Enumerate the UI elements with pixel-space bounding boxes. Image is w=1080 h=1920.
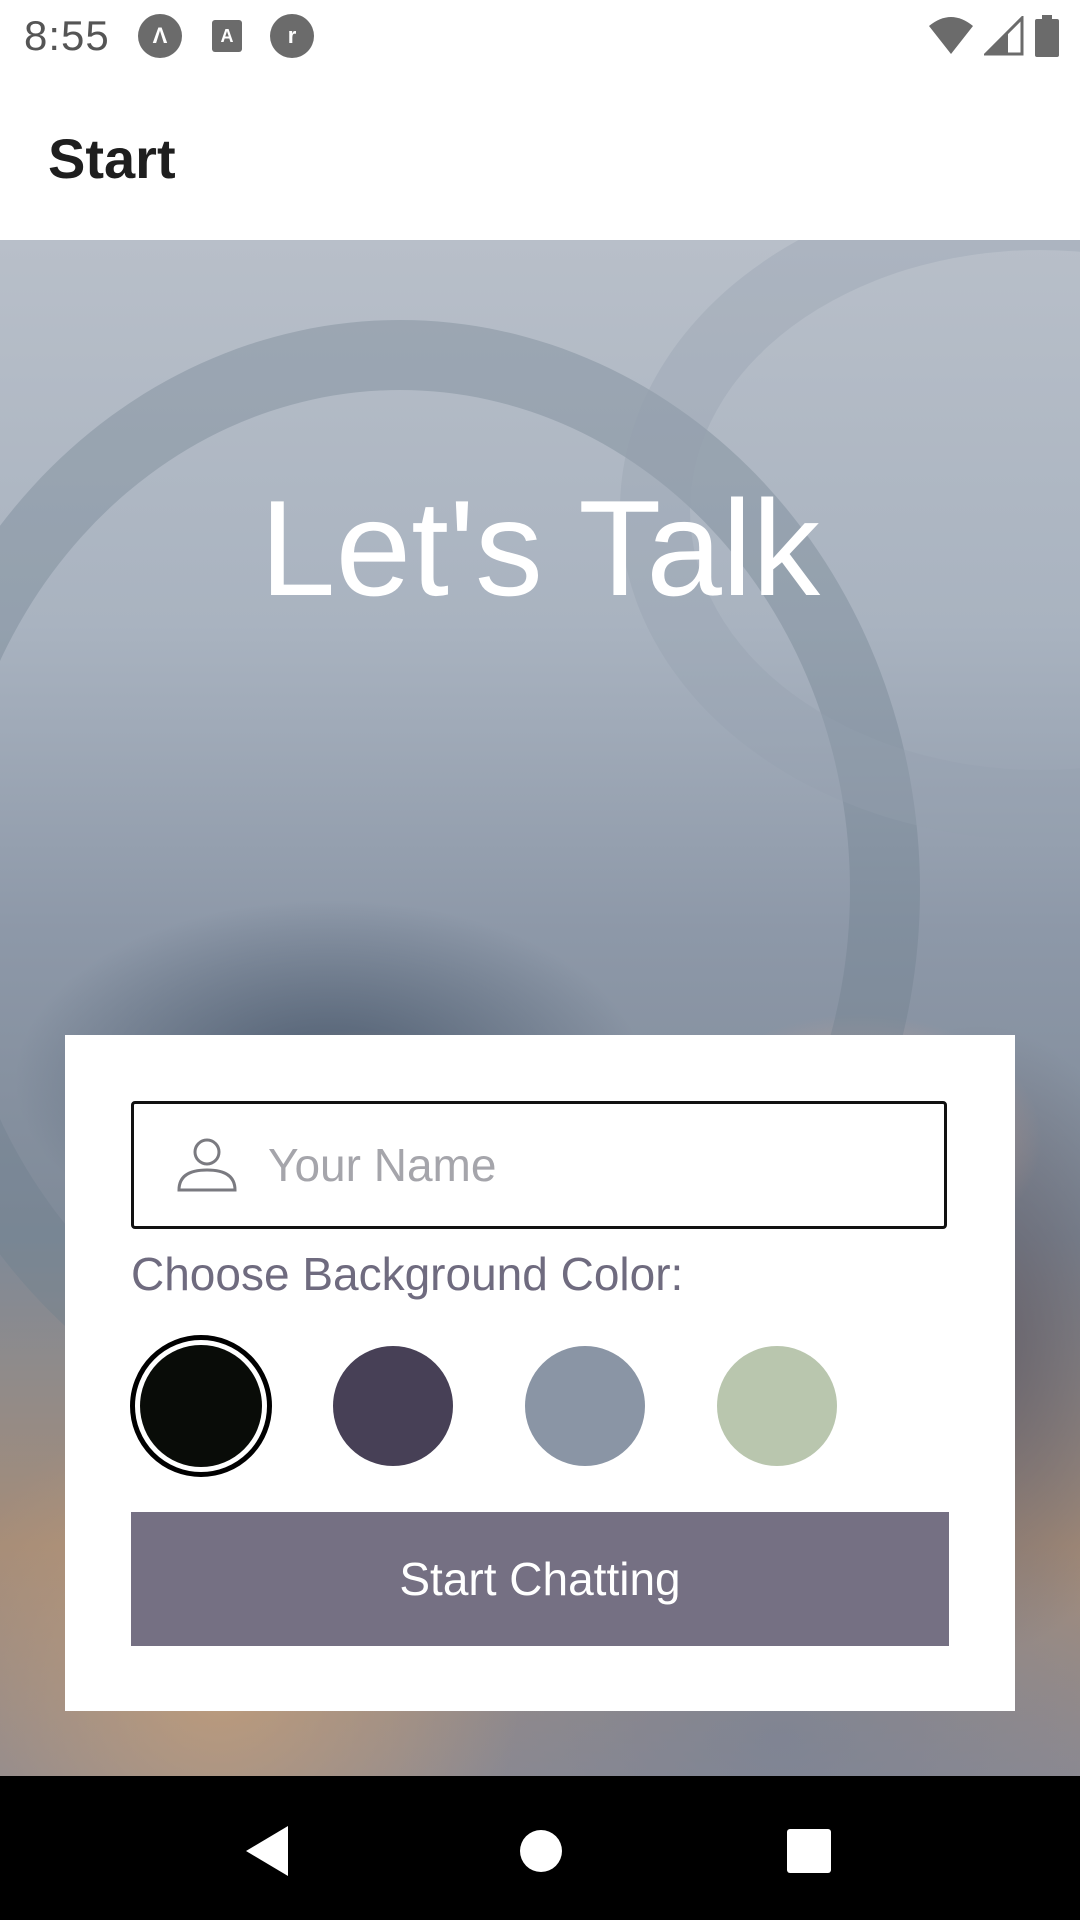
app-screen: 8:55 Λ A r Start Let's Talk Your Name Ch… (0, 0, 1080, 1920)
home-button[interactable] (496, 1806, 586, 1896)
person-icon (177, 1138, 237, 1192)
battery-icon (1035, 15, 1059, 57)
app-bar: Start (0, 76, 1080, 240)
start-chatting-button[interactable]: Start Chatting (131, 1512, 949, 1646)
navigation-bar (0, 1776, 1080, 1920)
status-bar: 8:55 Λ A r (0, 0, 1080, 76)
status-right-icons (928, 14, 1060, 58)
back-button[interactable] (222, 1806, 312, 1896)
back-icon (246, 1826, 288, 1876)
wifi-icon (929, 17, 973, 54)
color-swatch-sage-green[interactable] (717, 1346, 837, 1466)
color-swatch-dark-purple[interactable] (333, 1346, 453, 1466)
hero-title: Let's Talk (259, 472, 821, 624)
cell-signal-icon (984, 16, 1024, 56)
name-input[interactable] (266, 1137, 910, 1193)
recents-icon (787, 1829, 831, 1873)
start-form-card: Choose Background Color: Start Chatting (65, 1035, 1015, 1711)
color-label: Choose Background Color: (131, 1248, 684, 1300)
color-swatch-black[interactable] (130, 1335, 272, 1477)
text-accessibility-icon: A (212, 20, 242, 52)
name-field[interactable] (131, 1101, 947, 1229)
app-notification-icon: r (270, 14, 314, 58)
page-title: Start (48, 127, 176, 190)
recents-button[interactable] (764, 1806, 854, 1896)
color-swatch-slate-blue[interactable] (525, 1346, 645, 1466)
home-icon (520, 1830, 562, 1872)
status-time: 8:55 (24, 12, 110, 59)
launcher-app-icon: Λ (138, 14, 182, 58)
